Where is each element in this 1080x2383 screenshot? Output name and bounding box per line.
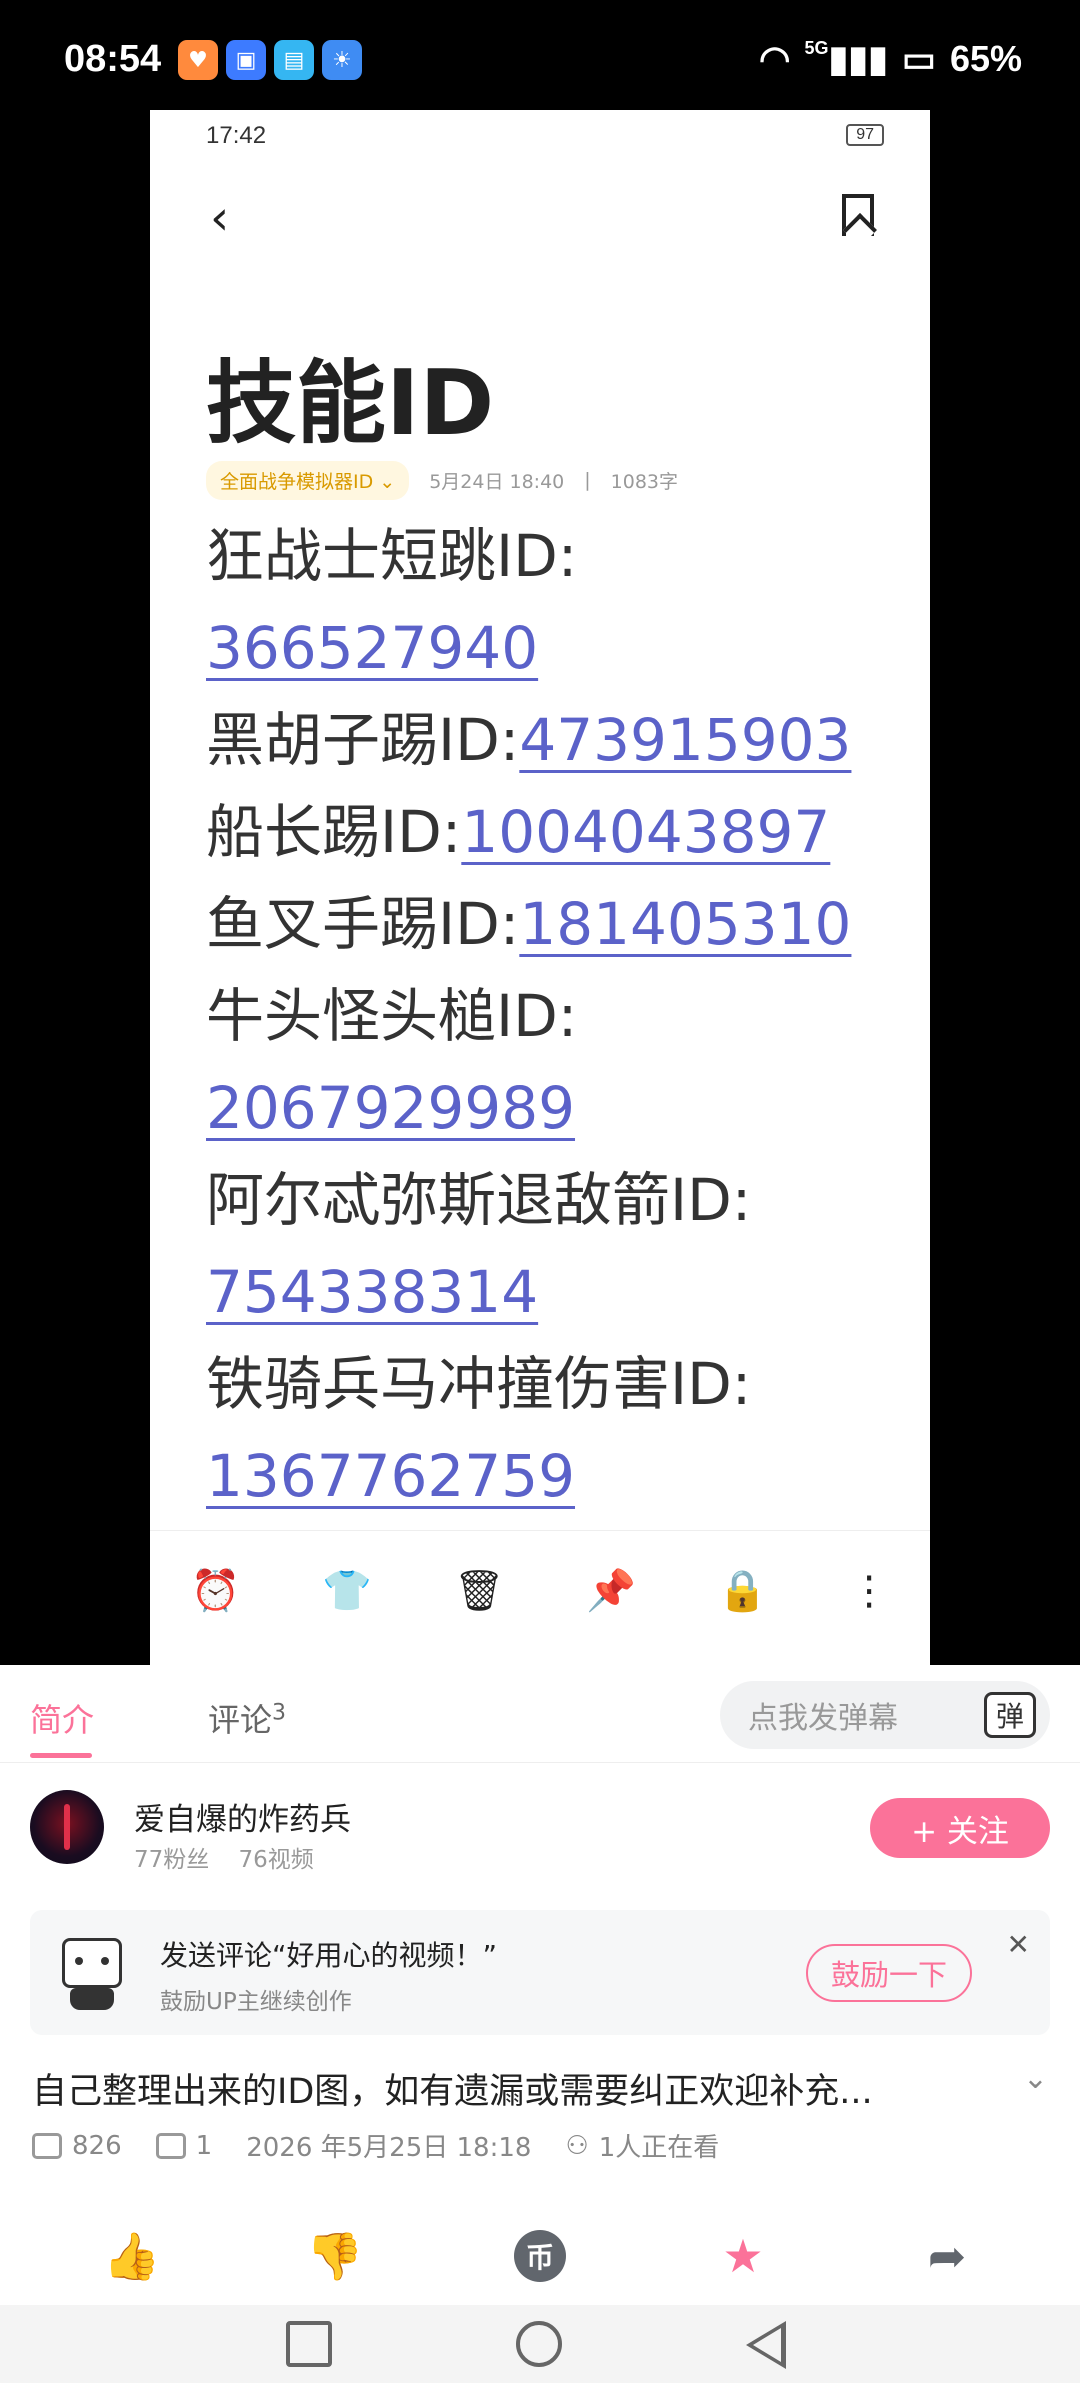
tab-active-indicator [30,1753,92,1758]
prompt-title: 发送评论“好用心的视频！” [160,1939,498,1972]
tab-bar: 简介 评论3 点我发弹幕 弹 [0,1665,1080,1763]
author-name[interactable]: 爱自爆的炸药兵 [134,1794,351,1839]
note-line: 754338314 [206,1258,539,1326]
note-line: 阿尔忒弥斯退敌箭ID: [206,1166,752,1234]
video-info-panel: 简介 评论3 点我发弹幕 弹 爱自爆的炸药兵 77粉丝 76视频 + 关注 发送… [0,1665,1080,2383]
book-app-icon: ▤ [274,40,314,80]
back-chevron-icon: ‹ [210,190,230,246]
battery-level: 65% [949,38,1022,79]
author-stats: 77粉丝 76视频 [134,1840,314,1874]
share-icon[interactable]: ➦ [912,2221,982,2291]
video-stats: 826 1 2026 年5月25日 18:18 ⚇ 1人正在看 [32,2127,719,2164]
pin-icon: 📌 [586,1568,637,1614]
video-frame-screenshot: 17:42 97 ‹ 技能ID 全面战争模拟器ID ⌄ 5月24日 18:40 … [150,110,930,1670]
note-line: 2067929989 [206,1074,576,1142]
more-icon: ⋮ [849,1567,890,1614]
note-title: 技能ID [206,351,495,456]
notification-icons: ♥ ▣ ▤ ☀ [178,40,362,80]
note-line: 黑胡子踢ID:473915903 [206,706,852,774]
status-right: ◠ 5G▮▮▮ ▭ 65% [759,38,1022,80]
market-app-icon: ▣ [226,40,266,80]
inner-battery: 97 [846,124,884,146]
favorite-star-icon[interactable]: ★ [708,2221,778,2291]
inner-time: 17:42 [206,122,267,149]
note-line: 牛头怪头槌ID: [206,982,578,1050]
note-line: 铁骑兵马冲撞伤害ID: [206,1350,752,1418]
danmaku-input[interactable]: 点我发弹幕 弹 [720,1681,1050,1749]
note-line: 1367762759 [206,1442,576,1510]
network-indicator: 5G▮▮▮ [804,38,888,79]
note-line: 船长踢ID:1004043897 [206,798,831,866]
dislike-icon[interactable]: 👎 [300,2221,370,2291]
tv-mascot-icon [56,1932,132,2012]
danmaku-count: 1 [195,2130,213,2161]
inner-status-bar: 17:42 97 [150,110,930,160]
chevron-down-icon[interactable]: ⌄ [1023,2061,1048,2096]
video-title: 自己整理出来的ID图，如有遗漏或需要纠正欢迎补充... [32,2072,873,2112]
prompt-subtitle: 鼓励UP主继续创作 [160,1989,352,2015]
note-line: 狂战士短跳ID: [206,522,578,590]
note-body: 狂战士短跳ID: 366527940 黑胡子踢ID:473915903 船长踢I… [206,510,906,1522]
note-folder: 全面战争模拟器ID ⌄ [206,460,410,500]
battery-icon: ▭ [901,38,936,79]
danmaku-count-icon [155,2132,186,2159]
note-toolbar: ⏰ 👕 🗑 📌 🔒 ⋮ [150,1530,930,1650]
weather-app-icon: ☀ [322,40,362,80]
note-word-count: 1083字 [610,470,679,493]
shirt-icon: 👕 [322,1568,373,1614]
recent-apps-button[interactable] [286,2321,332,2367]
comment-prompt-card: 发送评论“好用心的视频！” 鼓励UP主继续创作 鼓励一下 ✕ [30,1910,1050,2035]
back-button[interactable] [746,2321,786,2369]
trash-icon: 🗑 [453,1568,505,1614]
author-row: 爱自爆的炸药兵 77粉丝 76视频 + 关注 [30,1790,1050,1880]
comments-count: 3 [272,1700,287,1726]
note-separator: | [584,469,591,491]
follow-button[interactable]: + 关注 [870,1798,1050,1858]
publish-date: 2026 年5月25日 18:18 [246,2133,532,2163]
status-time: 08:54 [64,38,162,80]
tab-intro[interactable]: 简介 [30,1695,94,1741]
danmaku-toggle-icon[interactable]: 弹 [984,1692,1036,1738]
avatar[interactable] [30,1790,104,1864]
author-fans: 77粉丝 [134,1847,210,1873]
like-icon[interactable]: 👍 [97,2221,167,2291]
heart-app-icon: ♥ [178,40,218,80]
note-date: 5月24日 18:40 [429,470,565,493]
view-count: 826 [72,2130,122,2161]
danmaku-placeholder: 点我发弹幕 [748,1701,898,1736]
watching-icon: ⚇ [565,2130,589,2161]
author-videos: 76视频 [238,1847,314,1873]
status-bar: 08:54 ♥ ▣ ▤ ☀ ◠ 5G▮▮▮ ▭ 65% [0,0,1080,120]
play-count-icon [32,2132,62,2159]
tab-comments[interactable]: 评论3 [208,1695,286,1741]
note-line: 鱼叉手踢ID:181405310 [206,890,852,958]
close-icon[interactable]: ✕ [1007,1928,1030,1961]
video-player[interactable]: 17:42 97 ‹ 技能ID 全面战争模拟器ID ⌄ 5月24日 18:40 … [0,110,1080,1670]
note-meta: 全面战争模拟器ID ⌄ 5月24日 18:40 | 1083字 [206,460,678,500]
action-bar: 👍 👎 币 ★ ➦ [0,2205,1080,2305]
note-line: 366527940 [206,614,539,682]
alarm-icon: ⏰ [190,1568,241,1614]
wifi-icon: ◠ [759,38,791,79]
system-nav-bar [0,2305,1080,2383]
bookmark-icon [842,194,874,236]
watching-count: 1人正在看 [598,2133,720,2163]
lock-icon: 🔒 [717,1568,768,1614]
coin-icon[interactable]: 币 [505,2221,575,2291]
home-button[interactable] [516,2321,562,2367]
cheer-button[interactable]: 鼓励一下 [806,1944,972,2002]
